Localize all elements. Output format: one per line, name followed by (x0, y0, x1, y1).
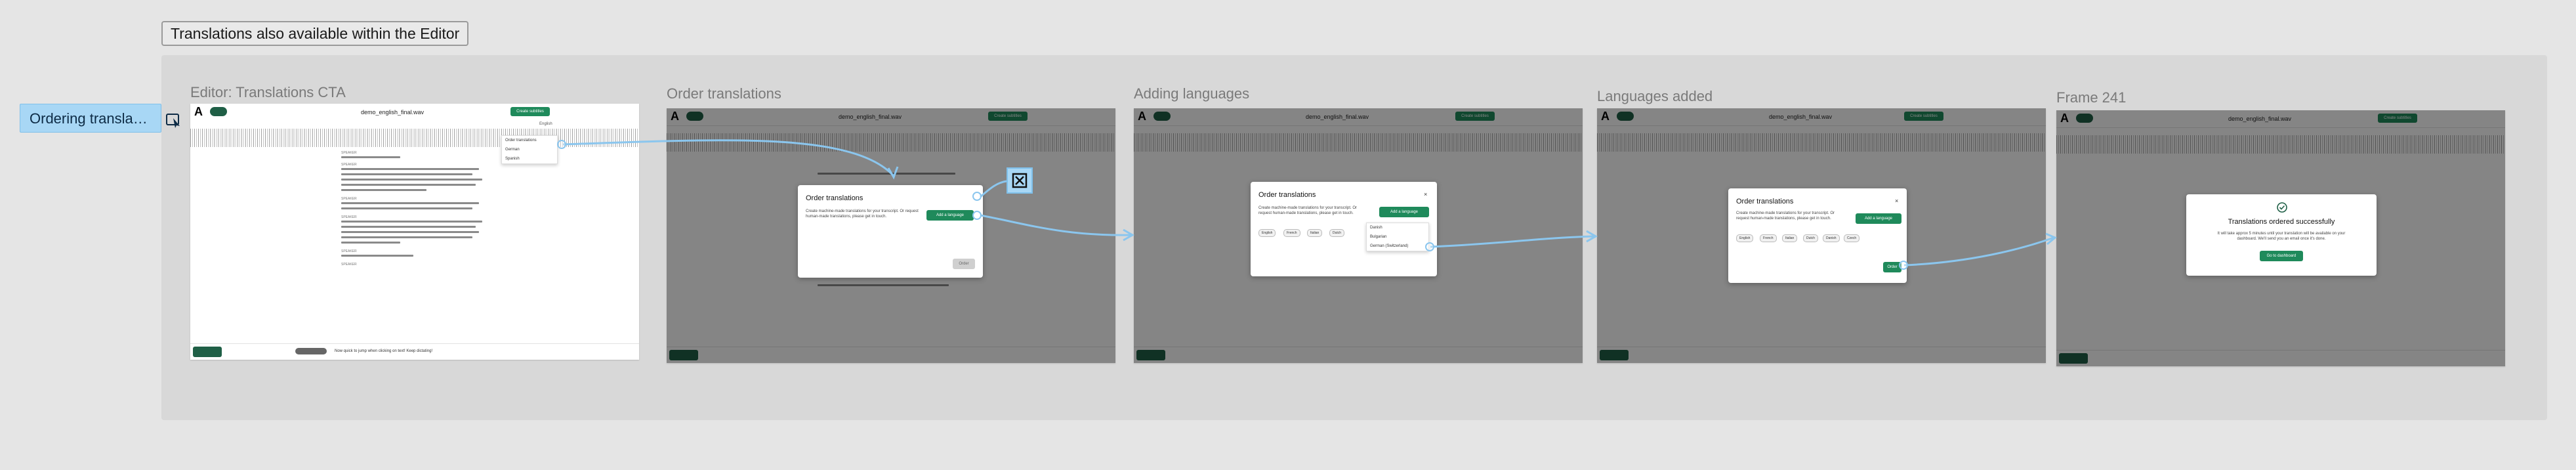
modal-title: Order translations (806, 194, 863, 202)
transcript-area[interactable]: SPEAKER SPEAKER SPEAKER SPEAKER SPEAKER … (190, 148, 639, 344)
language-options-dropdown: Danish Bulgarian German (Switzerland) (1366, 223, 1429, 251)
transcript-line (341, 184, 476, 186)
editor-toolbar: English (190, 121, 639, 129)
modal-description: Create machine-made translations for you… (1258, 206, 1358, 215)
language-tag[interactable]: Danish (1823, 234, 1840, 242)
frame-languages-added: A demo_english_final.wav Create subtitle… (1597, 108, 2046, 363)
prototype-connector-dot[interactable] (972, 192, 982, 201)
speaker-label: SPEAKER (341, 215, 357, 219)
speaker-label: SPEAKER (341, 151, 357, 155)
prototype-connector-dot[interactable] (1425, 242, 1434, 251)
status-record-button[interactable] (193, 347, 222, 357)
success-modal: Translations ordered successfully It wil… (2186, 194, 2377, 276)
status-pill (295, 348, 327, 354)
transcript-line (341, 236, 472, 238)
modal-description: Create machine-made translations for you… (1736, 211, 1835, 221)
transcript-line (341, 168, 479, 170)
language-tag[interactable]: Dutch (1329, 229, 1345, 237)
modal-description: Create machine-made translations for you… (806, 209, 919, 219)
user-name[interactable] (577, 109, 579, 113)
transcript-line (341, 255, 413, 257)
editor-topbar: A demo_english_final.wav Create subtitle… (190, 104, 639, 121)
cursor-icon (166, 114, 180, 128)
speaker-label: SPEAKER (341, 263, 357, 267)
frame-title-order: Order translations (667, 85, 781, 102)
status-text: Now quick to jump when clicking on text!… (335, 349, 433, 353)
order-translations-modal: Order translations Create machine-made t… (798, 185, 983, 278)
modal-title: Order translations (1736, 198, 1794, 205)
logo: A (194, 105, 203, 118)
language-tag[interactable]: English (1258, 229, 1276, 237)
frame-editor: A demo_english_final.wav Create subtitle… (190, 104, 639, 360)
frame-title-adding: Adding languages (1134, 85, 1250, 102)
language-tag[interactable]: Dutch (1803, 234, 1819, 242)
speaker-label: SPEAKER (341, 197, 357, 201)
ordering-translations-callout[interactable]: Ordering transla… (20, 104, 161, 133)
language-option[interactable]: German (Switzerland) (1367, 242, 1428, 251)
language-select[interactable]: English (539, 122, 552, 126)
success-description: It will take approx 5 minutes until your… (2217, 232, 2346, 241)
frame-adding-languages: A demo_english_final.wav Create subtitle… (1134, 108, 1583, 363)
dropdown-item-order-translations[interactable]: Order translations (502, 136, 557, 145)
transcript-line (341, 226, 476, 228)
language-tag[interactable]: English (1736, 234, 1754, 242)
transcript-line (341, 189, 426, 191)
frame-title-frame241: Frame 241 (2056, 89, 2127, 106)
prototype-connector-dot[interactable] (972, 211, 982, 220)
prototype-connector-dot[interactable] (1899, 261, 1908, 270)
language-tag[interactable]: Italian (1782, 234, 1798, 242)
transcript-line (341, 173, 472, 175)
order-translations-modal: Order translations × Create machine-made… (1251, 182, 1437, 276)
dropdown-item-german[interactable]: German (502, 145, 557, 154)
speaker-label: SPEAKER (341, 249, 357, 253)
frame-241: A demo_english_final.wav Create subtitle… (2056, 110, 2505, 366)
success-title: Translations ordered successfully (2228, 218, 2335, 226)
frame-order-translations: A demo_english_final.wav Create subtitle… (667, 108, 1115, 363)
transcript-line (341, 221, 482, 223)
transcript-line (341, 156, 400, 158)
order-button[interactable]: Order (953, 259, 975, 269)
add-language-button[interactable]: Add a language (1379, 207, 1429, 217)
modal-title: Order translations (1258, 191, 1316, 199)
status-chip (210, 107, 227, 116)
transcript-line (341, 231, 479, 233)
file-name: demo_english_final.wav (361, 109, 425, 116)
language-option[interactable]: Bulgarian (1367, 232, 1428, 242)
transcript-line (341, 179, 482, 181)
frame-title-editor: Editor: Translations CTA (190, 84, 346, 100)
order-translations-modal: Order translations × Create machine-made… (1728, 188, 1907, 283)
speaker-label: SPEAKER (341, 163, 357, 167)
create-subtitles-button[interactable]: Create subtitles (510, 107, 550, 116)
add-language-button[interactable]: Add a language (1856, 213, 1901, 224)
language-tag[interactable]: Czech (1844, 234, 1860, 242)
check-circle-icon (2277, 202, 2287, 213)
language-tag[interactable]: Italian (1307, 229, 1323, 237)
transcript-line (341, 202, 479, 204)
section-label: Translations also available within the E… (161, 21, 469, 46)
transcript-line (341, 207, 472, 209)
status-bar: Now quick to jump when clicking on text!… (190, 343, 639, 360)
close-icon[interactable]: × (1424, 191, 1427, 198)
close-icon[interactable]: × (1895, 198, 1898, 204)
language-tag[interactable]: French (1760, 234, 1777, 242)
language-tag[interactable]: French (1283, 229, 1300, 237)
close-hotspot-icon[interactable] (1007, 167, 1033, 194)
go-to-dashboard-button[interactable]: Go to dashboard (2260, 251, 2303, 261)
dropdown-item-spanish[interactable]: Spanish (502, 154, 557, 163)
transcript-line (341, 242, 400, 244)
prototype-connector-dot[interactable] (557, 140, 566, 149)
language-option[interactable]: Danish (1367, 223, 1428, 232)
add-language-button[interactable]: Add a language (926, 210, 974, 221)
frame-title-added: Languages added (1597, 88, 1713, 104)
waveform[interactable] (190, 129, 639, 147)
translate-dropdown: Order translations German Spanish (501, 135, 558, 164)
